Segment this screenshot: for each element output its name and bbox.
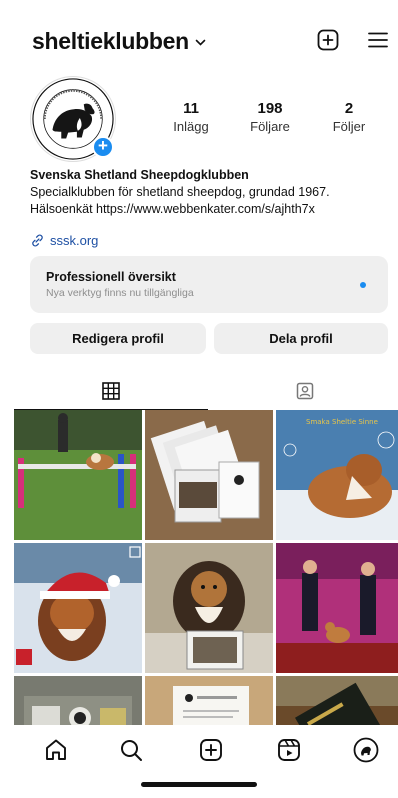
posts-label: Inlägg [173,119,209,134]
grid-icon [102,381,120,400]
post-thumbnail[interactable] [145,676,273,725]
post-thumbnail[interactable] [14,543,142,673]
website-link[interactable]: sssk.org [30,233,98,248]
post-thumbnail[interactable] [276,676,398,725]
content-tabs [0,372,398,410]
bio-line[interactable]: Hälsoenkät https://www.webbenkater.com/s… [30,201,380,218]
post-thumbnail[interactable] [14,410,142,540]
tab-posts[interactable] [14,372,208,410]
home-icon[interactable] [43,737,69,763]
username-label: sheltieklubben [32,28,189,54]
posts-count: 11 [183,100,199,117]
profile-bio: Svenska Shetland Sheepdogklubben Special… [30,167,380,218]
post-thumbnail[interactable]: Smaka Sheltie Sinne [276,410,398,540]
post-thumbnail[interactable] [276,543,398,673]
following-count: 2 [344,100,354,117]
svg-text:Smaka Sheltie Sinne: Smaka Sheltie Sinne [306,418,378,426]
chevron-down-icon [195,39,206,46]
link-icon [32,234,43,247]
post-thumbnail[interactable] [145,543,273,673]
stat-following[interactable]: 2 Följer [316,100,382,134]
share-profile-button[interactable]: Dela profil [214,323,388,354]
profile-avatar-icon[interactable] [353,737,379,763]
plus-square-icon[interactable] [316,28,340,52]
home-indicator [141,782,257,787]
top-header: sheltieklubben [0,0,398,78]
profile-stats: 11 Inlägg 198 Följare 2 Följer [158,100,382,134]
professional-subtitle: Nya verktyg finns nu tillgängliga [46,287,194,299]
add-story-icon[interactable]: + [92,136,114,158]
professional-dashboard[interactable]: Professionell översikt Nya verktyg finns… [30,256,388,313]
avatar[interactable]: + [30,76,120,162]
website-label: sssk.org [50,233,99,248]
professional-title: Professionell översikt [46,270,176,284]
bio-name: Svenska Shetland Sheepdogklubben [30,168,249,182]
tagged-person-icon [296,382,314,400]
search-icon[interactable] [118,737,144,763]
post-thumbnail[interactable] [145,410,273,540]
edit-profile-button[interactable]: Redigera profil [30,323,206,354]
posts-grid: Smaka Sheltie Sinne [14,410,398,725]
hamburger-menu-icon[interactable] [366,28,390,52]
stat-posts[interactable]: 11 Inlägg [158,100,224,134]
reels-icon[interactable] [276,737,302,763]
followers-count: 198 [257,100,283,117]
new-indicator-dot [360,282,366,288]
following-label: Följer [332,119,366,134]
account-switcher[interactable]: sheltieklubben [32,28,206,55]
create-icon[interactable] [198,737,224,763]
bio-line: Specialklubben för shetland sheepdog, gr… [30,185,330,199]
tab-tagged[interactable] [208,372,398,410]
stat-followers[interactable]: 198 Följare [237,100,303,134]
post-thumbnail[interactable] [14,676,142,725]
followers-label: Följare [250,119,290,134]
bottom-navigation [0,725,398,775]
